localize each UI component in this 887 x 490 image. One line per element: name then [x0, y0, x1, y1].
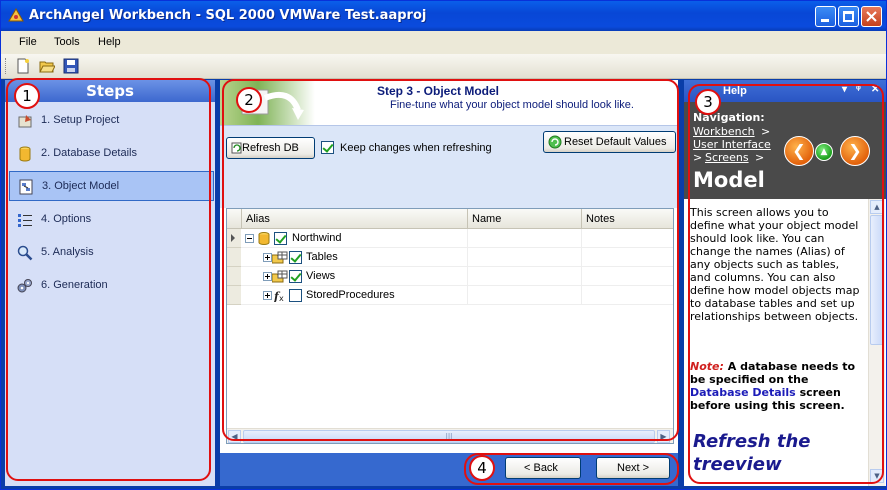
- new-file-icon[interactable]: [15, 58, 31, 74]
- close-icon: [866, 11, 877, 22]
- maximize-icon: [843, 11, 854, 22]
- open-folder-icon[interactable]: [39, 58, 55, 74]
- window-title: ArchAngel Workbench - SQL 2000 VMWare Te…: [29, 8, 427, 23]
- save-icon[interactable]: [63, 58, 79, 74]
- annotation-box-main: [222, 79, 679, 441]
- annotation-box-steps: [6, 78, 211, 481]
- menu-tools[interactable]: Tools: [54, 36, 80, 48]
- annotation-number: 2: [236, 87, 262, 113]
- toolbar: [1, 54, 886, 79]
- annotation-box-navigation: [464, 453, 679, 485]
- annotation-number: 3: [695, 89, 721, 115]
- title-bar[interactable]: ArchAngel Workbench - SQL 2000 VMWare Te…: [1, 1, 886, 31]
- minimize-icon: [821, 19, 829, 22]
- maximize-button[interactable]: [838, 6, 859, 27]
- menu-help[interactable]: Help: [98, 36, 121, 48]
- app-window: ArchAngel Workbench - SQL 2000 VMWare Te…: [0, 0, 887, 490]
- menu-file[interactable]: File: [19, 36, 37, 48]
- annotation-number: 1: [14, 83, 40, 109]
- minimize-button[interactable]: [815, 6, 836, 27]
- app-logo-icon: [8, 8, 24, 22]
- toolbar-grip[interactable]: [5, 58, 8, 74]
- annotation-box-help: [688, 84, 884, 484]
- menu-bar: File Tools Help: [1, 31, 886, 54]
- close-button[interactable]: [861, 6, 882, 27]
- annotation-number: 4: [469, 455, 495, 481]
